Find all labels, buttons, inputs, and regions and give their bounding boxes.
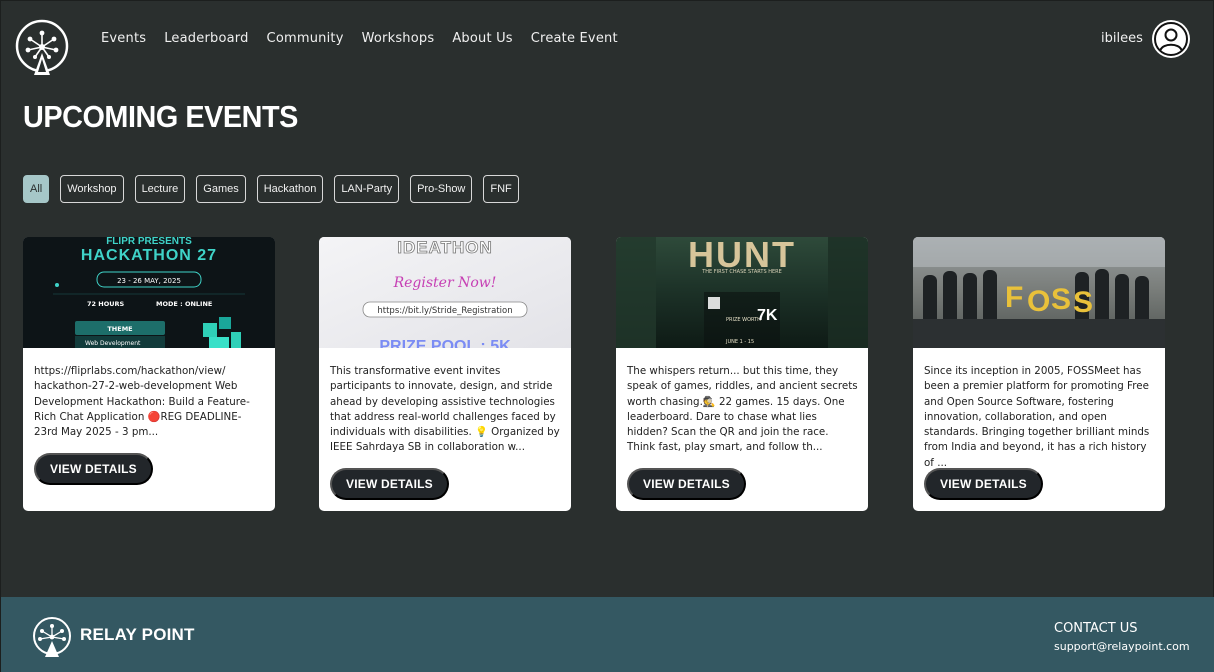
relay-point-logo-icon[interactable] [15, 19, 69, 75]
poster-title: IDEATHON [397, 238, 493, 257]
view-details-button[interactable]: VIEW DETAILS [924, 468, 1043, 500]
top-navbar: Events Leaderboard Community Workshops A… [1, 1, 1214, 79]
nav-create-event[interactable]: Create Event [531, 31, 618, 46]
poster-letter: S [1051, 283, 1071, 316]
footer: RELAY POINT CONTACT US support@relaypoin… [1, 597, 1214, 672]
event-filters: All Workshop Lecture Games Hackathon LAN… [23, 175, 530, 203]
filter-fnf[interactable]: FNF [483, 175, 519, 203]
filter-hackathon[interactable]: Hackathon [256, 175, 324, 203]
page-title: UPCOMING EVENTS [23, 99, 298, 134]
poster-letter: F [1005, 281, 1023, 314]
poster-letter: O [1027, 285, 1050, 318]
event-card: F O S S Since its inception in 2005, FOS… [913, 237, 1165, 511]
contact-email-link[interactable]: support@relaypoint.com [1054, 640, 1190, 653]
poster-prize-label: PRIZE WORTH [726, 317, 761, 323]
poster-mode: MODE : ONLINE [156, 300, 212, 308]
filter-pro-show[interactable]: Pro-Show [410, 175, 473, 203]
filter-lecture[interactable]: Lecture [134, 175, 186, 203]
poster-link: https://bit.ly/Stride_Registration [377, 306, 512, 316]
filter-workshop[interactable]: Workshop [60, 175, 124, 203]
poster-date: 23 - 26 MAY, 2025 [117, 277, 181, 285]
filter-all[interactable]: All [23, 175, 50, 203]
nav-events[interactable]: Events [101, 31, 146, 46]
view-details-button[interactable]: VIEW DETAILS [330, 468, 449, 500]
contact-us-heading: CONTACT US [1054, 621, 1138, 636]
event-description: The whispers return... but this time, th… [627, 365, 858, 454]
event-description: This transformative event invites partic… [330, 365, 560, 454]
nav-about-us[interactable]: About Us [452, 31, 512, 46]
poster-theme-label: THEME [107, 325, 132, 333]
footer-brand: RELAY POINT [80, 625, 195, 644]
poster-letter: S [1073, 286, 1093, 319]
event-description: Since its inception in 2005, FOSSMeet ha… [924, 365, 1150, 469]
nav-workshops[interactable]: Workshops [362, 31, 435, 46]
poster-theme-value: Web Development [85, 340, 141, 347]
user-avatar-icon[interactable] [1152, 20, 1190, 58]
event-card: FLIPR PRESENTS HACKATHON 27 23 - 26 MAY,… [23, 237, 275, 511]
poster-dates: JUNE 1 - 15 [725, 339, 754, 345]
poster-title: HACKATHON 27 [81, 247, 217, 264]
poster-register: Register Now! [393, 275, 497, 291]
filter-games[interactable]: Games [196, 175, 246, 203]
relay-point-footer-logo-icon[interactable] [29, 617, 75, 657]
poster-prize: PRIZE POOL : 5K [379, 338, 511, 348]
filter-lan-party[interactable]: LAN-Party [334, 175, 400, 203]
poster-prize: 7K [757, 307, 778, 324]
poster-top-line: FLIPR PRESENTS [106, 237, 192, 247]
view-details-button[interactable]: VIEW DETAILS [627, 468, 746, 500]
event-description: https://fliprlabs.com/hackathon/view/ ha… [34, 365, 250, 439]
nav-links: Events Leaderboard Community Workshops A… [101, 31, 636, 46]
view-details-button[interactable]: VIEW DETAILS [34, 453, 153, 485]
event-card: HUNT THE FIRST CHASE STARTS HERE PRIZE W… [616, 237, 868, 511]
event-poster-image[interactable]: HUNT THE FIRST CHASE STARTS HERE PRIZE W… [616, 237, 868, 348]
event-poster-image[interactable]: IDEATHON Register Now! https://bit.ly/St… [319, 237, 571, 348]
event-poster-image[interactable]: F O S S [913, 237, 1165, 348]
event-card: IDEATHON Register Now! https://bit.ly/St… [319, 237, 571, 511]
event-poster-image[interactable]: FLIPR PRESENTS HACKATHON 27 23 - 26 MAY,… [23, 237, 275, 348]
poster-hours: 72 HOURS [87, 300, 125, 308]
nav-community[interactable]: Community [267, 31, 344, 46]
poster-subtitle: THE FIRST CHASE STARTS HERE [701, 269, 782, 275]
nav-leaderboard[interactable]: Leaderboard [164, 31, 248, 46]
username[interactable]: ibilees [1101, 31, 1143, 46]
